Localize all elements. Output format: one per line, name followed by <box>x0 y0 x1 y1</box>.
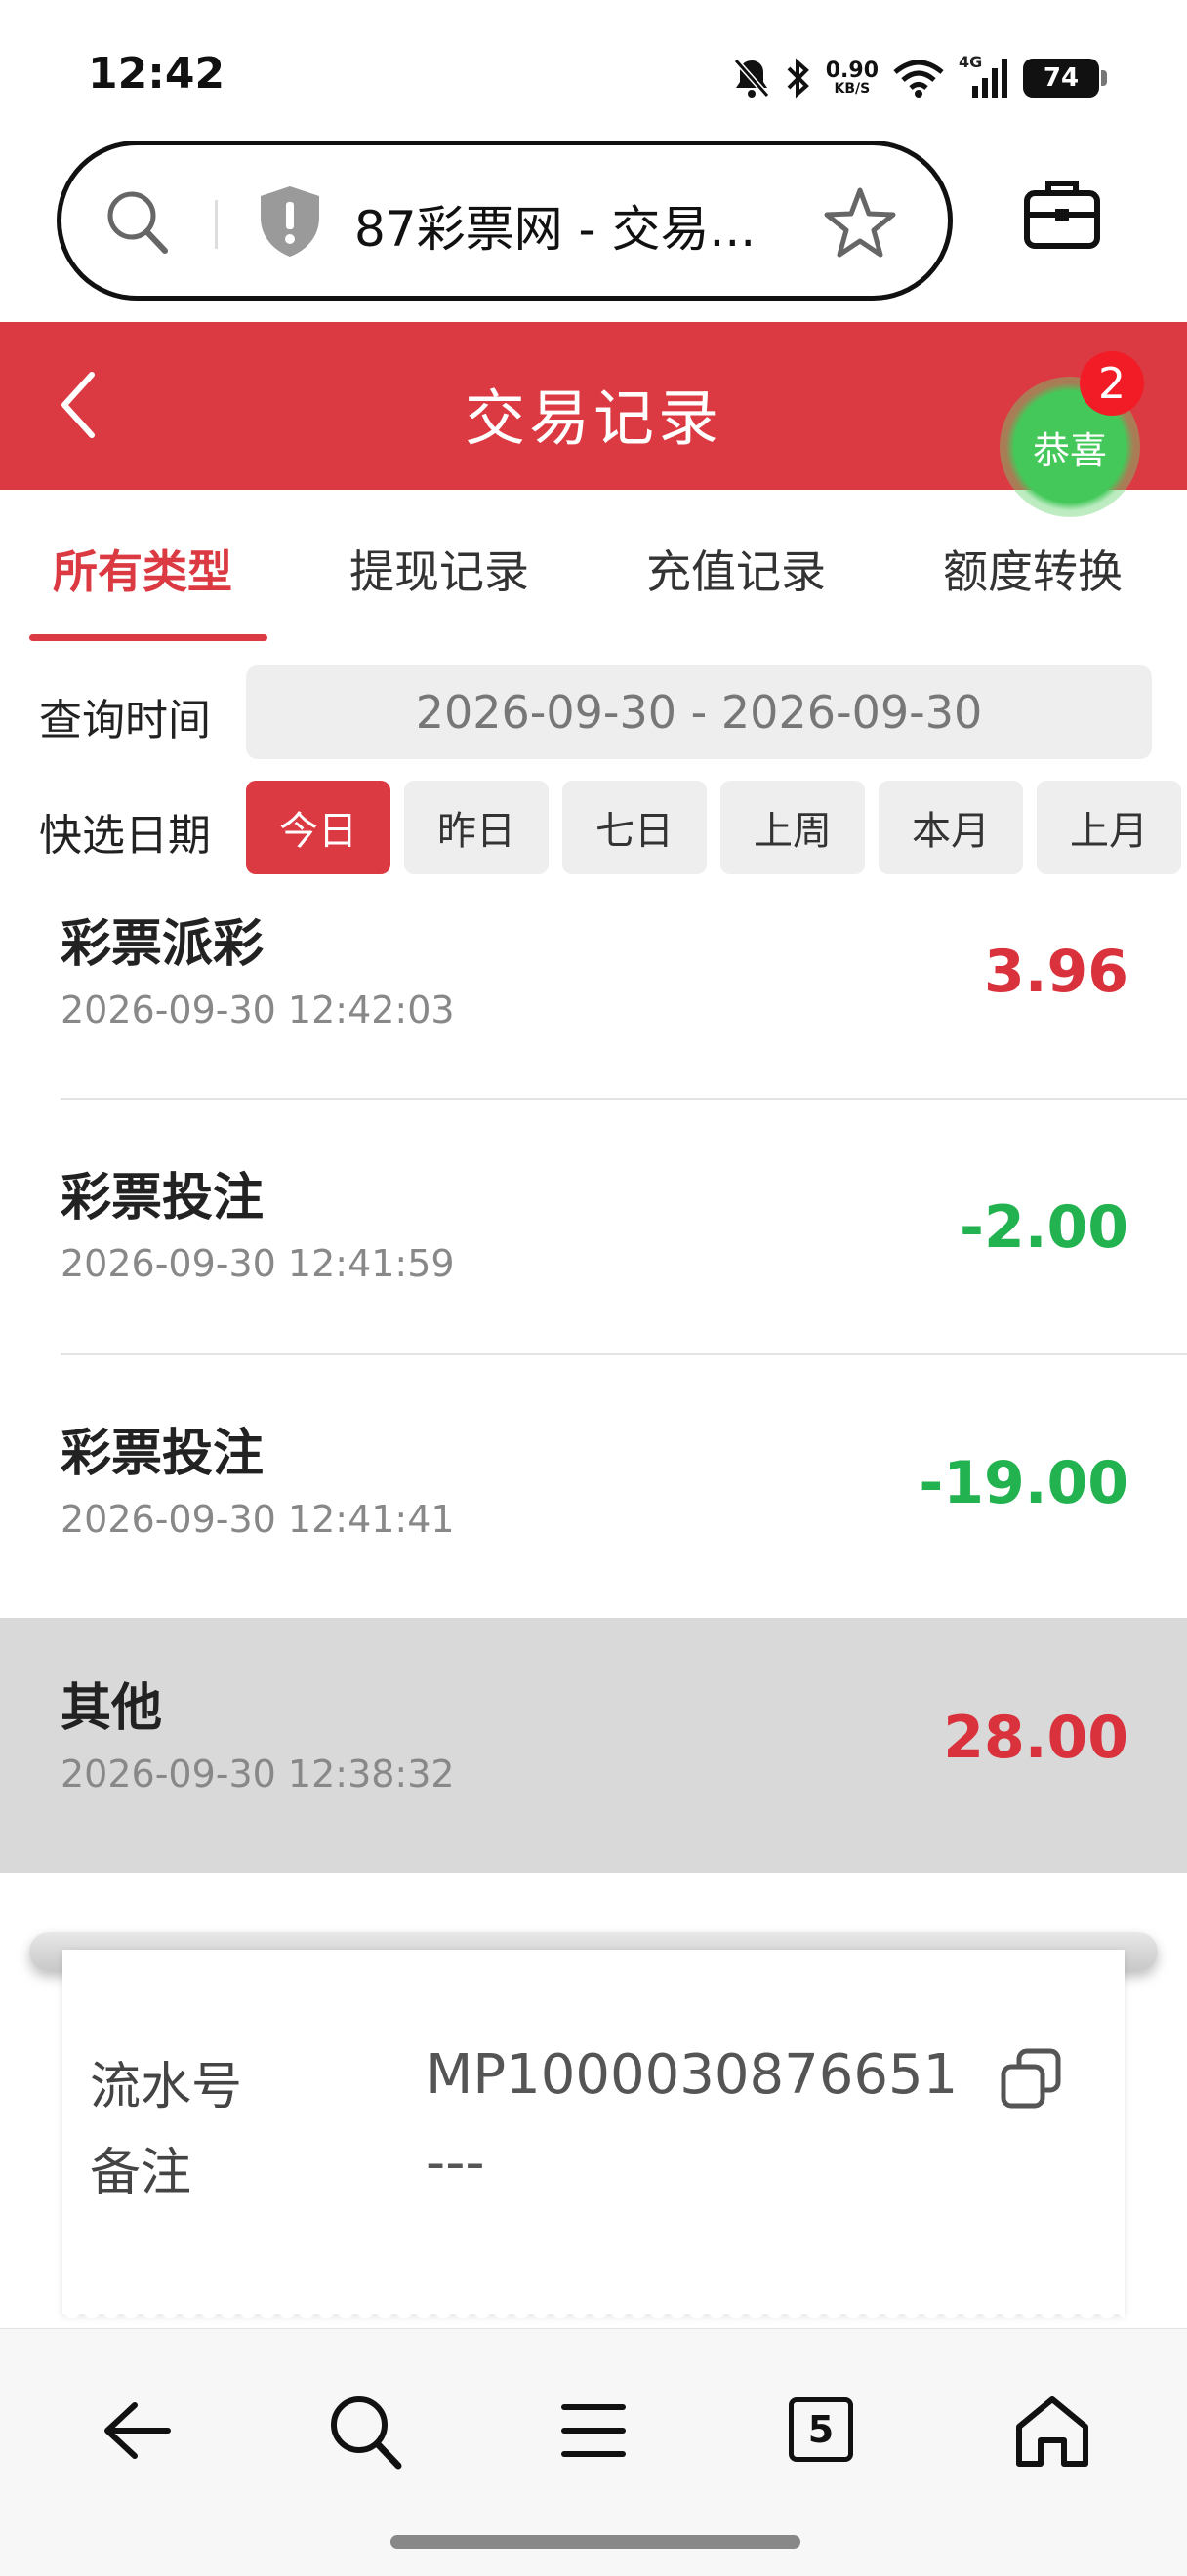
note-label: 备注 <box>90 2144 192 2202</box>
transaction-time: 2026-09-30 12:42:03 <box>61 988 455 1031</box>
congrats-label: 恭喜 <box>1032 428 1107 472</box>
search-icon[interactable] <box>326 2392 404 2474</box>
chip-seven-days[interactable]: 七日 <box>562 781 707 874</box>
type-tabs: 所有类型 提现记录 充值记录 额度转换 <box>0 517 1187 644</box>
chip-last-week[interactable]: 上周 <box>720 781 865 874</box>
transaction-list: 彩票派彩 2026-09-30 12:42:03 3.96 彩票投注 2026-… <box>0 883 1187 1873</box>
tab-count: 5 <box>789 2397 853 2462</box>
network-type: 4G <box>959 53 983 71</box>
transaction-amount: 3.96 <box>983 938 1128 1006</box>
bell-muted-icon <box>732 57 771 100</box>
status-icons: 0.90 KB/S 4G 74 <box>732 49 1107 107</box>
cell-signal-icon: 4G <box>959 53 1009 100</box>
briefcase-icon[interactable] <box>1023 178 1101 254</box>
chip-today[interactable]: 今日 <box>246 781 390 874</box>
transaction-amount: -2.00 <box>960 1193 1128 1262</box>
net-speed: 0.90 KB/S <box>825 59 879 97</box>
tab-all-types[interactable]: 所有类型 <box>53 537 232 601</box>
transaction-amount: 28.00 <box>943 1704 1128 1772</box>
address-divider <box>215 200 218 249</box>
tab-credit-transfer[interactable]: 额度转换 <box>943 537 1123 601</box>
transaction-row[interactable]: 彩票投注 2026-09-30 12:41:59 -2.00 <box>0 1100 1187 1355</box>
chip-last-month[interactable]: 上月 <box>1037 781 1181 874</box>
chip-this-month[interactable]: 本月 <box>879 781 1023 874</box>
shield-warning-icon[interactable] <box>257 184 323 262</box>
tab-deposit-records[interactable]: 充值记录 <box>646 537 826 601</box>
note-value: --- <box>426 2131 485 2194</box>
transaction-time: 2026-09-30 12:38:32 <box>61 1752 455 1795</box>
status-bar: 12:42 0.90 KB/S 4G 74 <box>0 0 1187 146</box>
query-time-label: 查询时间 <box>39 696 211 745</box>
date-range-field[interactable]: 2026-09-30 - 2026-09-30 <box>246 665 1152 759</box>
chip-yesterday[interactable]: 昨日 <box>404 781 549 874</box>
search-icon[interactable] <box>104 188 171 261</box>
address-bar[interactable]: 87彩票网 - 交易... <box>57 141 953 301</box>
serial-number-label: 流水号 <box>90 2058 243 2116</box>
quick-date-label: 快选日期 <box>39 811 211 861</box>
notification-badge: 2 <box>1080 351 1144 416</box>
page-title-url[interactable]: 87彩票网 - 交易... <box>354 190 756 261</box>
wifi-icon <box>892 59 945 98</box>
transaction-row[interactable]: 彩票投注 2026-09-30 12:41:41 -19.00 <box>0 1355 1187 1611</box>
transaction-detail-receipt: 流水号 MP1000030876651 备注 --- <box>62 1950 1125 2324</box>
bluetooth-icon <box>785 57 812 100</box>
star-bookmark-icon[interactable] <box>823 186 897 262</box>
copy-icon[interactable] <box>1000 2047 1062 2113</box>
transaction-type: 其他 <box>61 1679 163 1738</box>
gesture-home-bar[interactable] <box>390 2535 800 2549</box>
active-tab-indicator <box>29 634 267 641</box>
transaction-time: 2026-09-30 12:41:41 <box>61 1498 455 1541</box>
transaction-row-selected[interactable]: 其他 2026-09-30 12:38:32 28.00 <box>0 1618 1187 1873</box>
menu-icon[interactable] <box>554 2392 633 2474</box>
home-icon[interactable] <box>1011 2392 1093 2474</box>
status-time: 12:42 <box>88 49 225 99</box>
transaction-type: 彩票派彩 <box>61 915 265 974</box>
quick-date-chips: 今日 昨日 七日 上周 本月 上月 <box>246 781 1187 874</box>
transaction-type: 彩票投注 <box>61 1169 265 1228</box>
transaction-amount: -19.00 <box>919 1449 1128 1517</box>
transaction-row[interactable]: 彩票派彩 2026-09-30 12:42:03 3.96 <box>0 883 1187 1100</box>
transaction-time: 2026-09-30 12:41:59 <box>61 1242 455 1285</box>
transaction-type: 彩票投注 <box>61 1425 265 1483</box>
tab-withdraw-records[interactable]: 提现记录 <box>349 537 529 601</box>
tabs-button[interactable]: 5 <box>789 2397 853 2462</box>
serial-number-value: MP1000030876651 <box>426 2043 959 2107</box>
battery-indicator: 74 <box>1023 59 1107 98</box>
back-arrow-icon[interactable] <box>96 2392 174 2474</box>
